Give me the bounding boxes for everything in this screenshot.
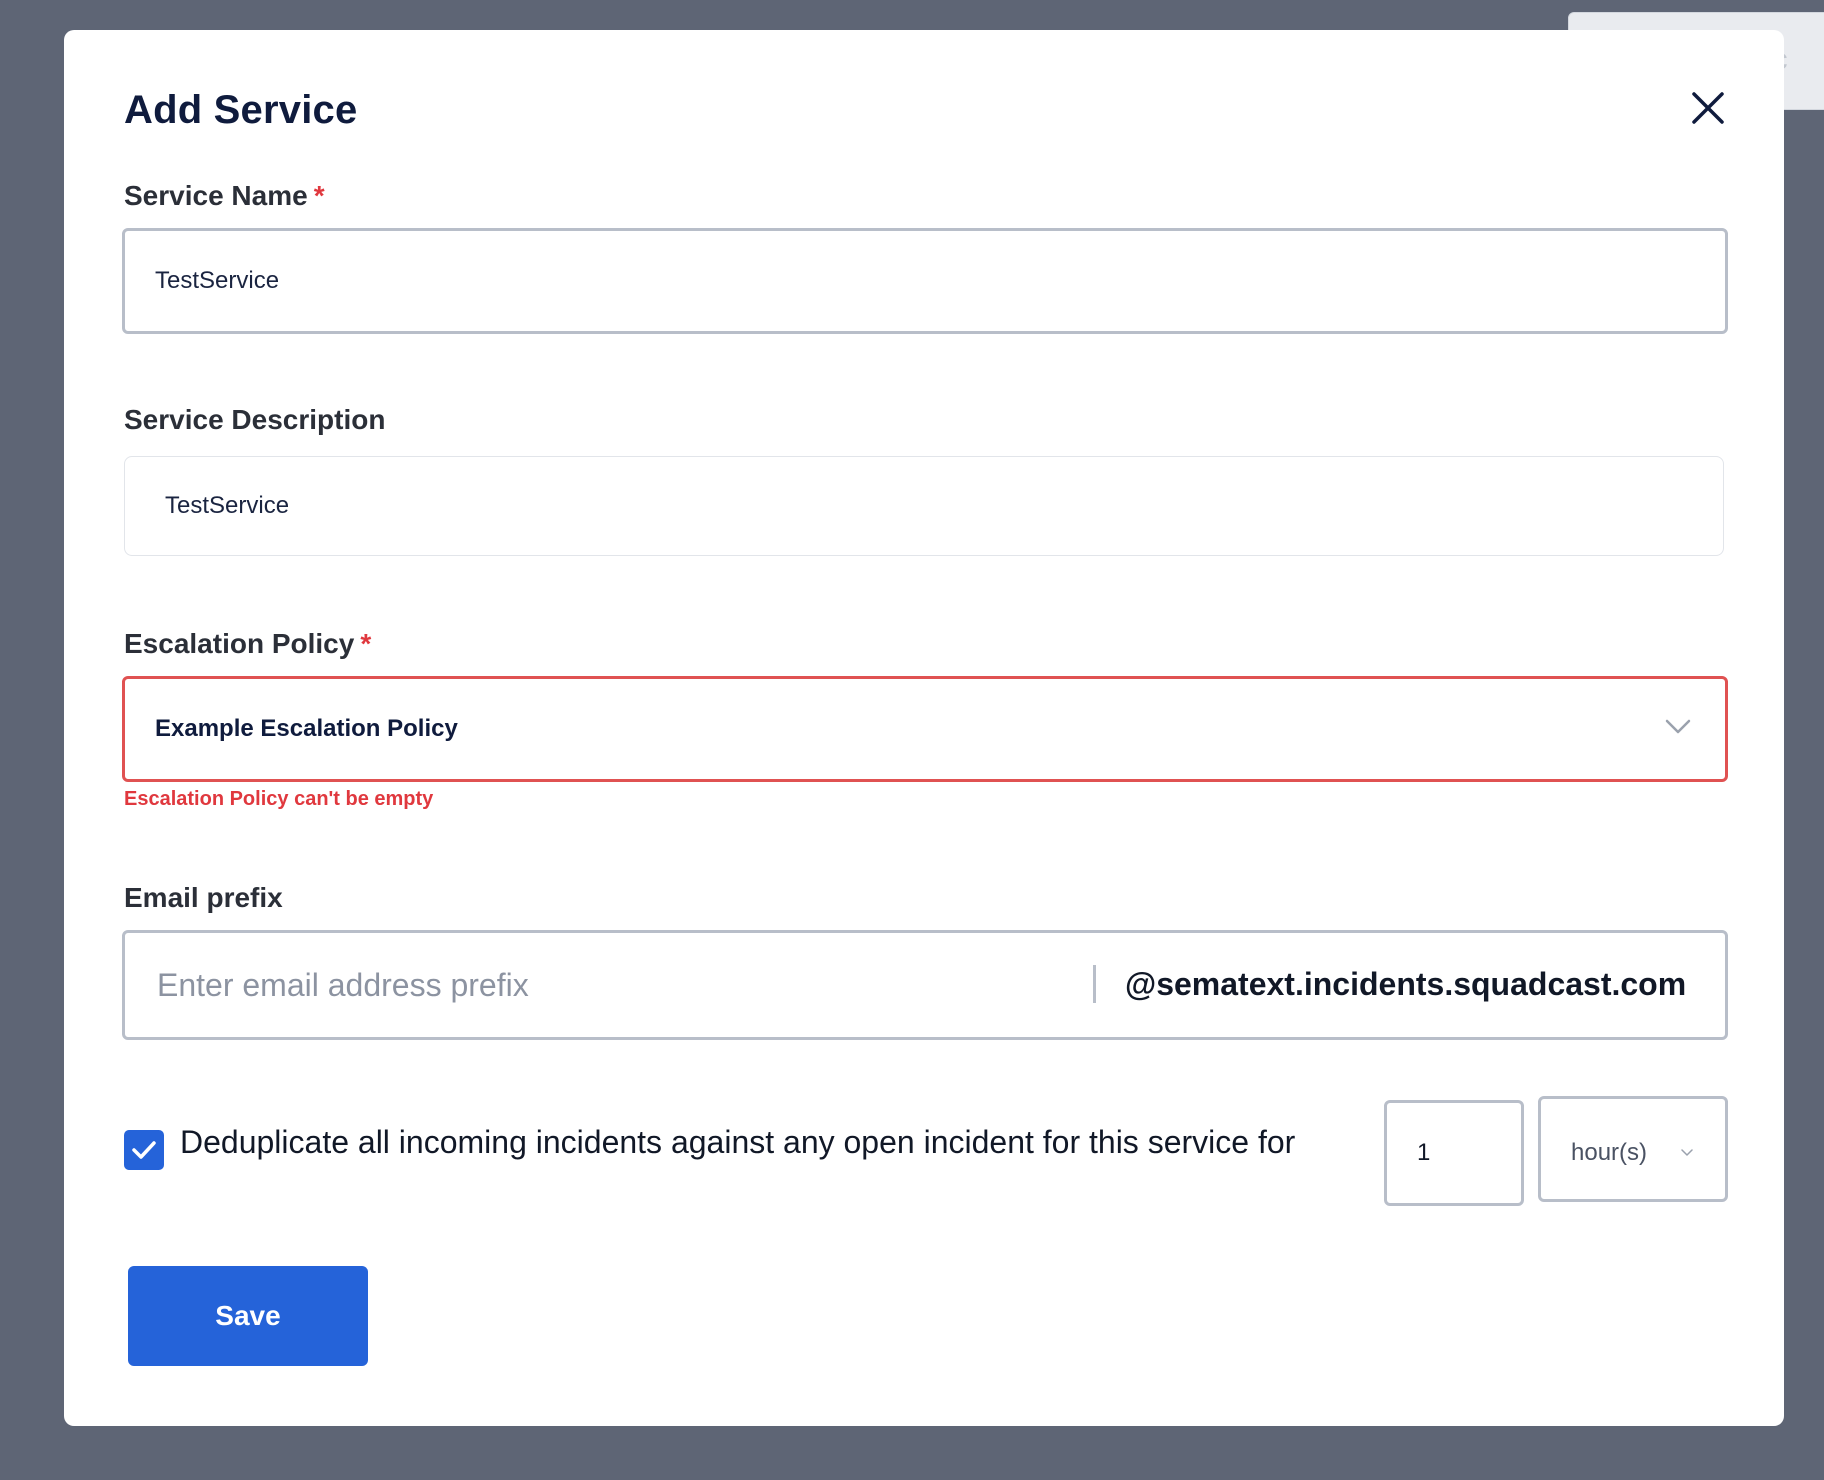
email-prefix-field: @sematext.incidents.squadcast.com [122, 930, 1728, 1040]
escalation-policy-label-text: Escalation Policy [124, 628, 355, 659]
service-name-label: Service Name * [124, 180, 325, 212]
escalation-policy-selected-value: Example Escalation Policy [155, 715, 458, 742]
deduplicate-checkbox[interactable] [124, 1130, 164, 1170]
save-button[interactable]: Save [128, 1266, 368, 1366]
checkmark-icon [132, 1141, 156, 1159]
escalation-policy-select[interactable]: Example Escalation Policy [122, 676, 1728, 782]
email-prefix-label-text: Email prefix [124, 882, 283, 913]
chevron-down-icon [1681, 1149, 1693, 1156]
service-description-input[interactable] [124, 456, 1724, 556]
chevron-down-icon [1665, 719, 1691, 734]
service-description-label: Service Description [124, 404, 385, 436]
dedupe-duration-input[interactable] [1384, 1100, 1524, 1206]
email-divider [1093, 965, 1096, 1003]
close-button[interactable] [1686, 86, 1730, 130]
deduplicate-label: Deduplicate all incoming incidents again… [180, 1124, 1296, 1160]
service-name-input[interactable] [122, 228, 1728, 334]
dedupe-unit-value: hour(s) [1571, 1139, 1648, 1166]
service-name-label-text: Service Name [124, 180, 308, 211]
dedupe-unit-select[interactable]: hour(s) [1538, 1096, 1728, 1202]
modal-title: Add Service [124, 88, 358, 132]
required-marker: * [360, 628, 372, 659]
service-description-label-text: Service Description [124, 404, 386, 435]
escalation-policy-error: Escalation Policy can't be empty [124, 788, 434, 810]
email-domain-suffix: @sematext.incidents.squadcast.com [1125, 966, 1687, 1002]
close-icon [1692, 92, 1724, 124]
add-service-modal: Add Service Service Name* Service Descri… [64, 30, 1784, 1426]
email-prefix-input[interactable] [157, 951, 1077, 1019]
escalation-policy-label: Escalation Policy * [124, 628, 371, 660]
email-prefix-label: Email prefix [124, 882, 283, 914]
required-marker: * [313, 180, 325, 211]
